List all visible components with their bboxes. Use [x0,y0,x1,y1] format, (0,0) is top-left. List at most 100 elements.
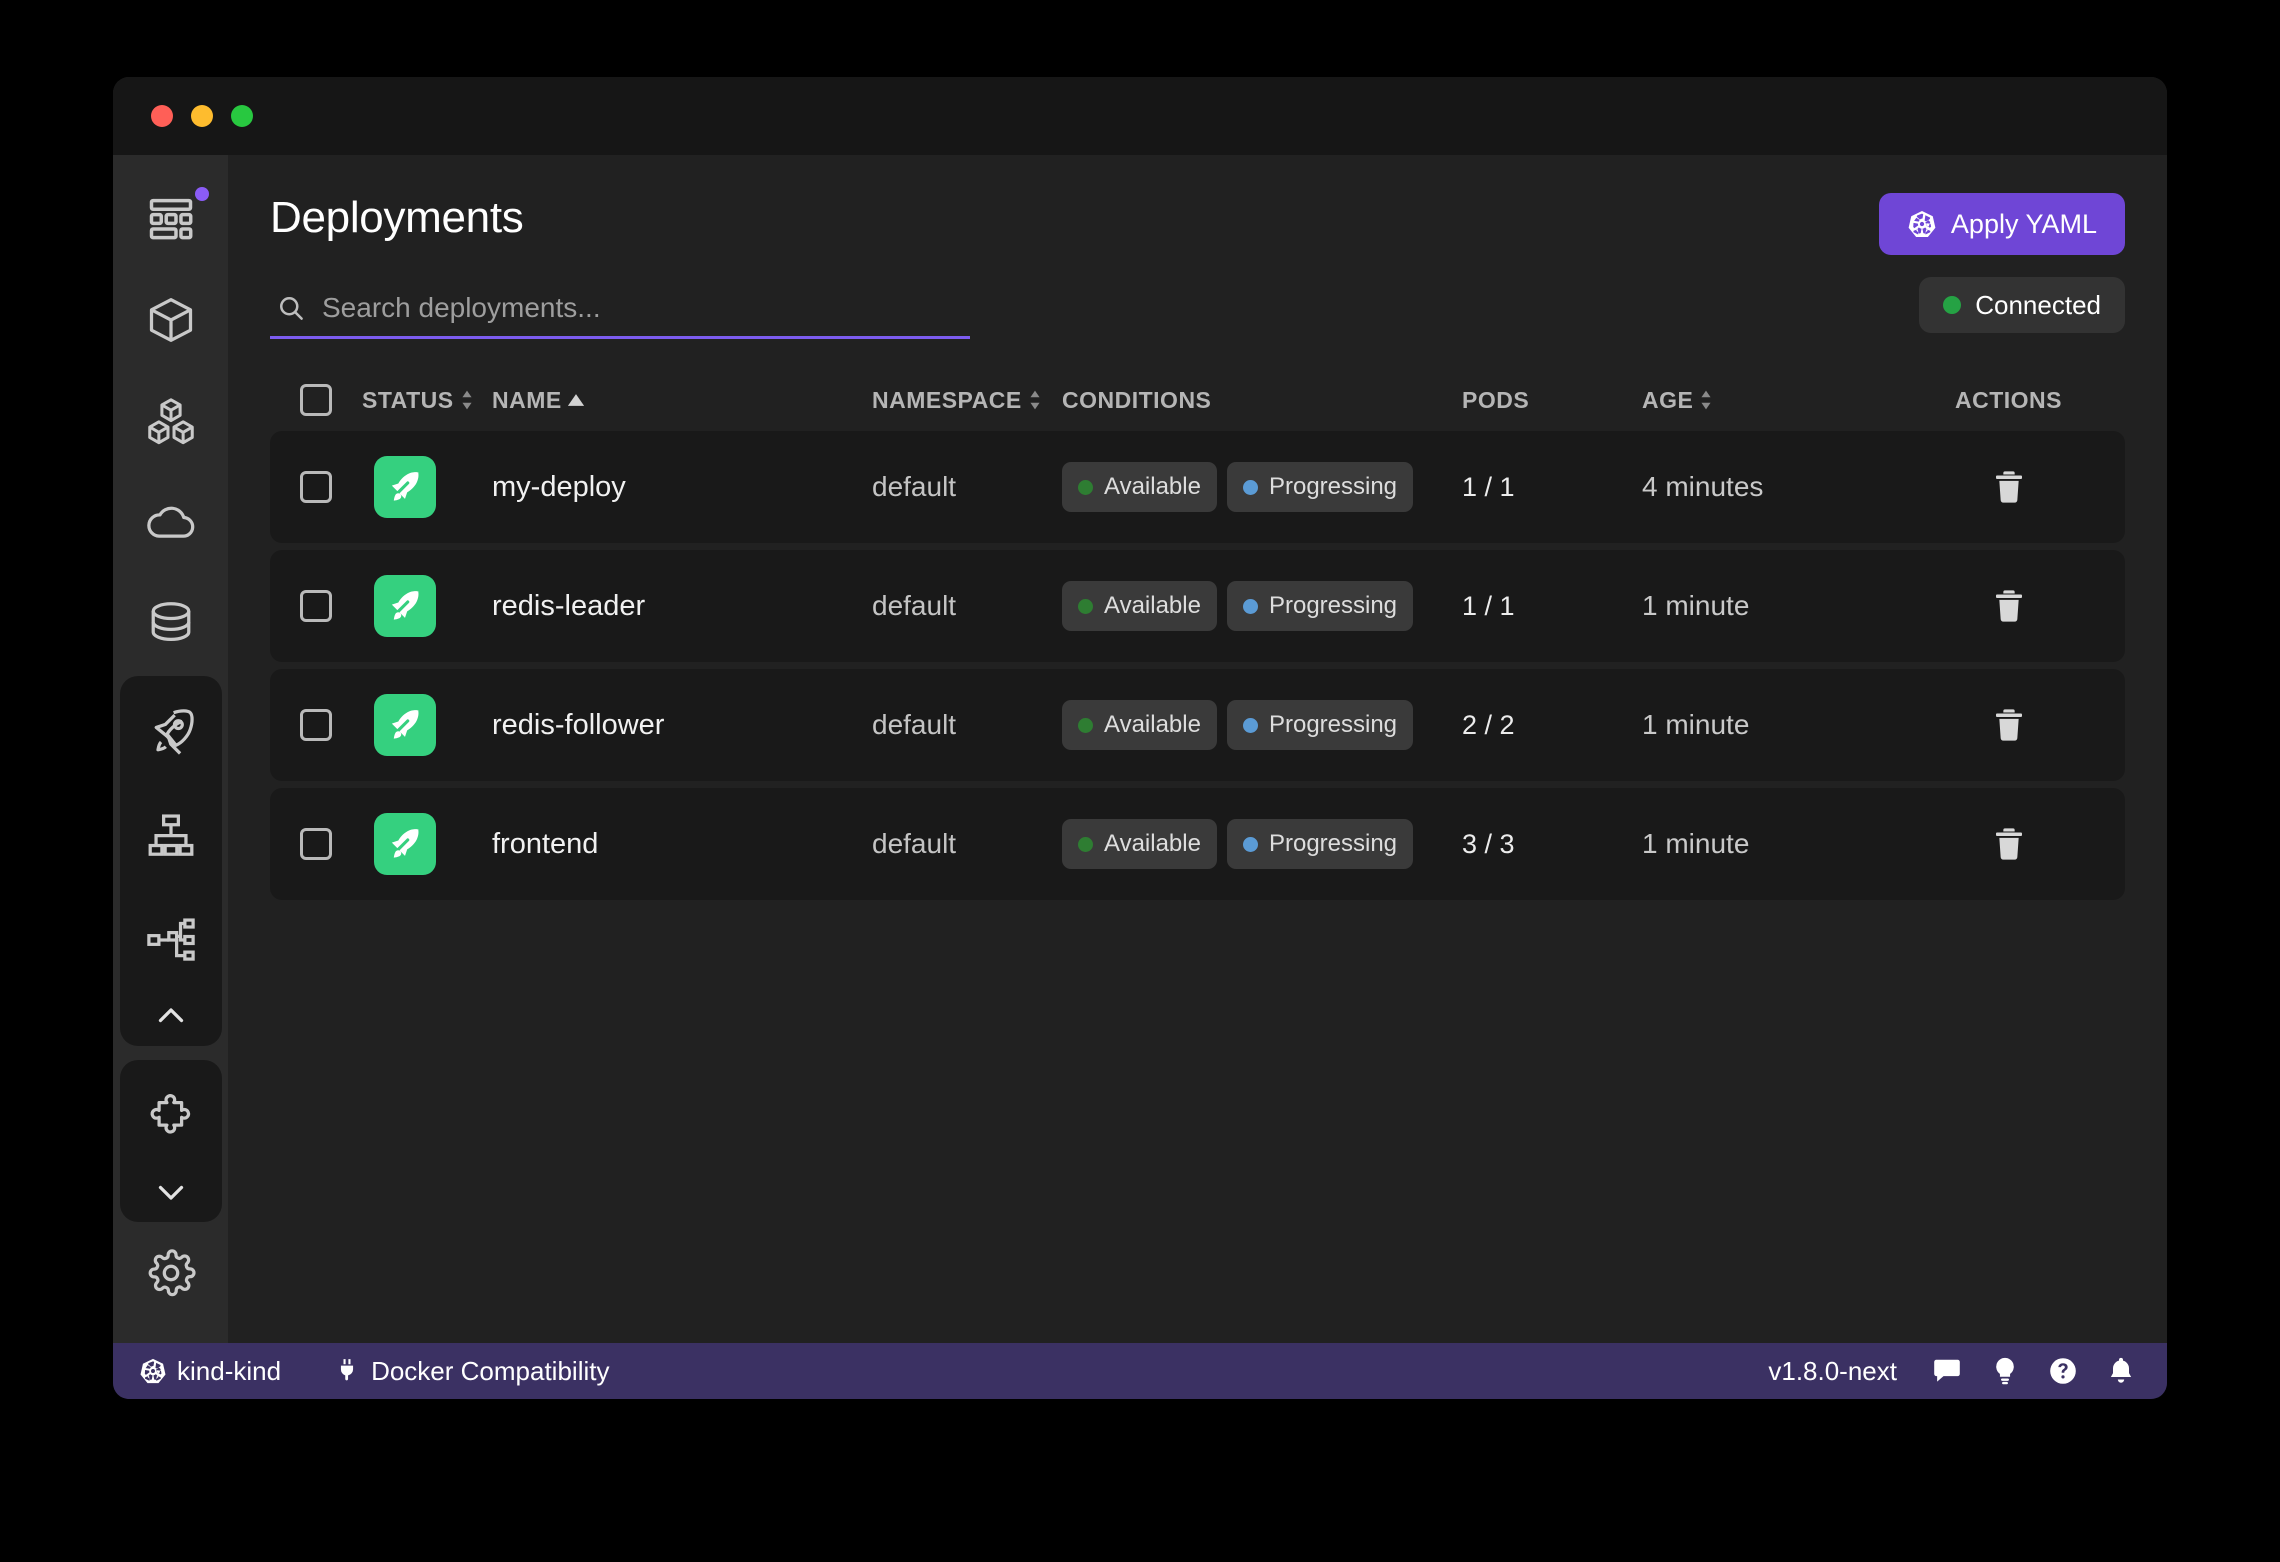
chat-icon[interactable] [1931,1355,1963,1387]
collapse-group-one-button[interactable] [121,992,221,1040]
row-select-cell[interactable] [270,709,362,741]
sort-toggle-status[interactable] [459,389,475,411]
page-header: Deployments Apply YAML [270,193,2125,255]
sidebar-item-settings[interactable] [121,1222,221,1323]
column-header-status[interactable]: STATUS [362,387,492,414]
table-header-row: STATUS NAME [270,369,2125,431]
column-header-name-label: NAME [492,387,562,414]
row-checkbox[interactable] [300,590,332,622]
trash-icon[interactable] [1989,705,2029,745]
minimize-button[interactable] [191,105,213,127]
close-button[interactable] [151,105,173,127]
row-actions[interactable] [1892,705,2125,745]
database-icon [145,596,197,648]
docker-compatibility-indicator[interactable]: Docker Compatibility [333,1356,609,1387]
app-window: Deployments Apply YAML [113,77,2167,1399]
row-select-cell[interactable] [270,471,362,503]
sidebar [113,155,228,1343]
sidebar-item-plugins[interactable] [121,1064,221,1168]
connection-status-dot [1943,296,1961,314]
row-select-cell[interactable] [270,828,362,860]
rocket-icon [385,705,425,745]
trash-icon[interactable] [1989,824,2029,864]
row-pods: 3 / 3 [1462,829,1642,860]
condition-dot [1078,837,1093,852]
table-row[interactable]: my-deploy default Available Progressing … [270,431,2125,543]
column-header-age-label: AGE [1642,387,1693,414]
sort-toggle-namespace[interactable] [1027,389,1043,411]
condition-badge: Progressing [1227,700,1413,750]
cluster-indicator[interactable]: kind-kind [139,1356,281,1387]
column-header-pods-label: PODS [1462,387,1529,414]
trash-icon[interactable] [1989,467,2029,507]
title-bar [113,77,2167,155]
row-name: frontend [492,828,872,861]
condition-label: Available [1104,473,1201,501]
condition-badge: Progressing [1227,462,1413,512]
sort-toggle-name[interactable] [567,393,585,407]
select-all-header[interactable] [270,384,362,416]
row-status-cell [362,575,492,637]
sidebar-item-storage[interactable] [121,572,221,673]
maximize-button[interactable] [231,105,253,127]
row-actions[interactable] [1892,824,2125,864]
row-status-cell [362,456,492,518]
row-age: 1 minute [1642,709,1892,741]
row-select-cell[interactable] [270,590,362,622]
column-header-namespace[interactable]: NAMESPACE [872,387,1062,414]
row-checkbox[interactable] [300,709,332,741]
kubernetes-icon [139,1357,167,1385]
lightbulb-icon[interactable] [1989,1355,2021,1387]
row-checkbox[interactable] [300,471,332,503]
sidebar-item-overview[interactable] [121,169,221,270]
rocket-icon [385,586,425,626]
condition-label: Progressing [1269,473,1397,501]
search-input[interactable] [322,292,964,324]
window-body: Deployments Apply YAML [113,155,2167,1343]
row-name: redis-follower [492,709,872,742]
column-header-actions-label: ACTIONS [1955,387,2062,414]
row-status-cell [362,694,492,756]
status-bar: kind-kind Docker Compatibility v1.8.0-ne… [113,1343,2167,1399]
puzzle-icon [145,1090,197,1142]
deployments-table: STATUS NAME [270,369,2125,900]
chevron-up-icon [153,998,189,1034]
sidebar-group-plugins [120,1060,222,1222]
row-conditions: Available Progressing [1062,462,1462,512]
sort-toggle-age[interactable] [1698,389,1714,411]
row-status-cell [362,813,492,875]
row-age: 1 minute [1642,828,1892,860]
search-field-wrapper[interactable] [270,292,970,339]
condition-badge: Progressing [1227,819,1413,869]
help-icon[interactable] [2047,1355,2079,1387]
sidebar-item-replica-sets[interactable] [121,784,221,888]
sidebar-item-deployments[interactable] [121,680,221,784]
row-checkbox[interactable] [300,828,332,860]
sort-updown-icon [459,389,475,411]
apply-yaml-button[interactable]: Apply YAML [1879,193,2125,255]
dashboard-icon [145,193,197,245]
column-header-age[interactable]: AGE [1642,387,1892,414]
trash-icon[interactable] [1989,586,2029,626]
table-row[interactable]: redis-leader default Available Progressi… [270,550,2125,662]
sidebar-item-services[interactable] [121,888,221,992]
bell-icon[interactable] [2105,1355,2137,1387]
row-actions[interactable] [1892,467,2125,507]
table-row[interactable]: frontend default Available Progressing 3… [270,788,2125,900]
app-version: v1.8.0-next [1768,1356,1897,1387]
condition-dot [1243,480,1258,495]
select-all-checkbox[interactable] [300,384,332,416]
condition-badge: Available [1062,819,1217,869]
row-pods: 1 / 1 [1462,472,1642,503]
expand-group-two-button[interactable] [121,1168,221,1216]
condition-dot [1078,480,1093,495]
table-row[interactable]: redis-follower default Available Progres… [270,669,2125,781]
cubes-icon [145,395,197,447]
column-header-name[interactable]: NAME [492,387,872,414]
sidebar-item-nodes[interactable] [121,270,221,371]
sidebar-item-workloads[interactable] [121,370,221,471]
deployment-status-icon [374,694,436,756]
condition-label: Progressing [1269,830,1397,858]
sidebar-item-cloud[interactable] [121,471,221,572]
row-actions[interactable] [1892,586,2125,626]
